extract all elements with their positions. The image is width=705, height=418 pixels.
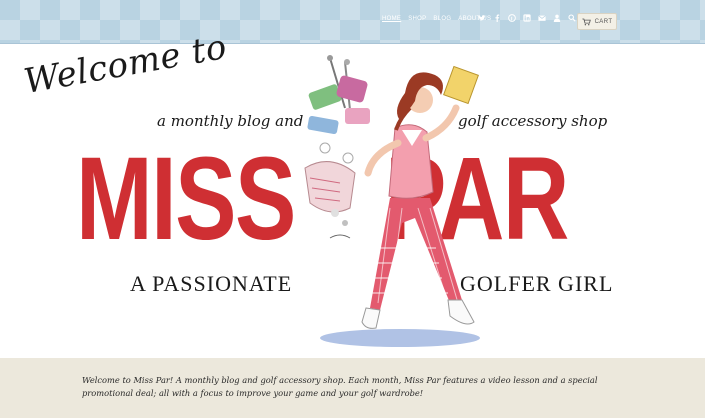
search-icon[interactable] <box>568 14 576 23</box>
nav-home[interactable]: HOME <box>382 16 401 22</box>
subline-left: a monthly blog and <box>157 112 304 130</box>
site-header: HOME SHOP BLOG ABOUT US CART <box>0 0 705 44</box>
golf-accessories-illustration <box>304 55 370 239</box>
intro-text: Welcome to Miss Par! A monthly blog and … <box>82 375 598 398</box>
cart-button[interactable]: CART <box>577 13 617 30</box>
main-nav: HOME SHOP BLOG ABOUT US <box>382 16 491 22</box>
email-icon[interactable] <box>538 14 546 23</box>
intro-band: Welcome to Miss Par! A monthly blog and … <box>0 358 705 418</box>
twitter-icon[interactable] <box>478 14 486 23</box>
account-icon[interactable] <box>553 14 561 23</box>
facebook-icon[interactable] <box>493 14 501 23</box>
title-left: MISS <box>76 133 296 265</box>
social-icons <box>478 14 576 23</box>
pinterest-icon[interactable] <box>508 14 516 23</box>
nav-shop[interactable]: SHOP <box>408 16 426 22</box>
linkedin-icon[interactable] <box>523 14 531 23</box>
cart-icon <box>581 18 591 25</box>
cart-label: CART <box>594 18 613 25</box>
golfer-girl-illustration <box>304 55 480 347</box>
nav-blog[interactable]: BLOG <box>433 16 451 22</box>
tagline-left: A PASSIONATE <box>130 271 293 296</box>
